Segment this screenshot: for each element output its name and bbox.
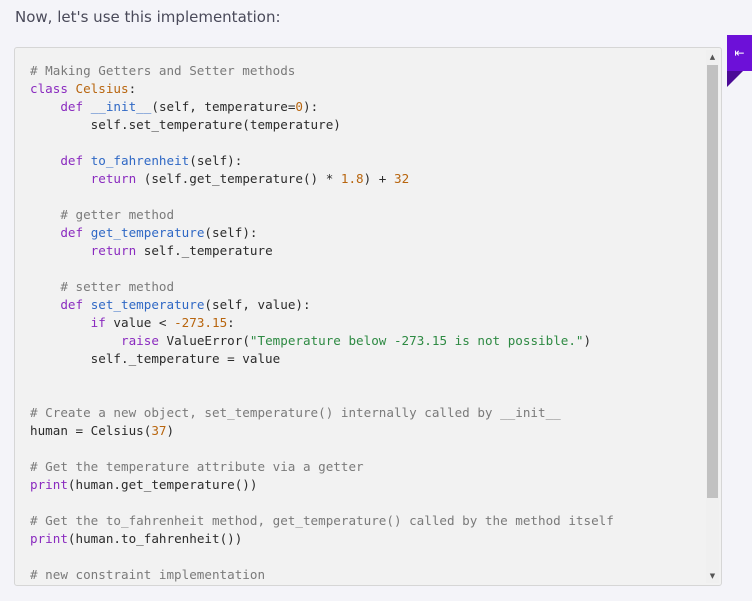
code-line: # Create a new object, set_temperature()… bbox=[30, 404, 614, 422]
code-token: # Get the to_fahrenheit method, get_temp… bbox=[30, 513, 614, 528]
code-token: 1.8 bbox=[340, 171, 364, 186]
code-token: : bbox=[128, 81, 137, 96]
code-token: return bbox=[90, 171, 144, 186]
code-token: __init__ bbox=[90, 99, 152, 114]
code-token: def bbox=[60, 297, 91, 312]
code-token: to_fahrenheit bbox=[90, 153, 190, 168]
code-line: return (self.get_temperature() * 1.8) + … bbox=[30, 170, 614, 188]
code-token: return bbox=[90, 243, 144, 258]
code-token: raise bbox=[121, 333, 167, 348]
vertical-scrollbar[interactable]: ▲ ▼ bbox=[706, 50, 719, 583]
code-token: 37 bbox=[151, 423, 167, 438]
code-token: human = Celsius( bbox=[30, 423, 152, 438]
code-token: class bbox=[30, 81, 76, 96]
code-token: (self, temperature= bbox=[151, 99, 296, 114]
code-line: human = Celsius(37) bbox=[30, 422, 614, 440]
code-token: (self.get_temperature() * bbox=[143, 171, 341, 186]
code-line: if value < -273.15: bbox=[30, 314, 614, 332]
code-token: self._temperature = value bbox=[30, 351, 281, 366]
code-token: self._temperature bbox=[143, 243, 273, 258]
code-line: def set_temperature(self, value): bbox=[30, 296, 614, 314]
code-token: def bbox=[60, 225, 91, 240]
code-token: value < bbox=[113, 315, 175, 330]
code-token: def bbox=[60, 153, 91, 168]
code-line: class Celsius: bbox=[30, 80, 614, 98]
side-tab-fold bbox=[727, 71, 743, 87]
code-content: # Making Getters and Setter methods class… bbox=[30, 62, 614, 584]
collapse-arrow-icon: ⇤ bbox=[734, 46, 745, 60]
code-token: 0 bbox=[295, 99, 304, 114]
code-line: # new constraint implementation bbox=[30, 566, 614, 584]
code-token: : bbox=[227, 315, 235, 330]
code-token: # Making Getters and Setter methods bbox=[30, 63, 296, 78]
scroll-thumb[interactable] bbox=[707, 65, 718, 498]
code-token: ValueError( bbox=[166, 333, 250, 348]
code-line: def __init__(self, temperature=0): bbox=[30, 98, 614, 116]
code-token: (human.to_fahrenheit()) bbox=[67, 531, 243, 546]
code-token: ) + bbox=[363, 171, 394, 186]
code-token: ): bbox=[303, 99, 319, 114]
code-token: (human.get_temperature()) bbox=[67, 477, 258, 492]
code-token: # new constraint implementation bbox=[30, 567, 266, 582]
code-token: (self): bbox=[204, 225, 258, 240]
code-token: "Temperature below -273.15 is not possib… bbox=[249, 333, 584, 348]
code-line: def get_temperature(self): bbox=[30, 224, 614, 242]
code-token: (self, value): bbox=[204, 297, 311, 312]
code-line: # getter method bbox=[30, 206, 614, 224]
code-line: print(human.get_temperature()) bbox=[30, 476, 614, 494]
code-line: self._temperature = value bbox=[30, 350, 614, 368]
code-token: # Create a new object, set_temperature()… bbox=[30, 405, 561, 420]
code-token: -273.15 bbox=[174, 315, 228, 330]
side-tab-button[interactable]: ⇤ bbox=[727, 35, 752, 71]
code-line: # Get the to_fahrenheit method, get_temp… bbox=[30, 512, 614, 530]
code-token: # setter method bbox=[30, 279, 175, 294]
scroll-up-arrow-icon[interactable]: ▲ bbox=[706, 50, 719, 64]
code-token: print bbox=[30, 477, 68, 492]
code-token: # Get the temperature attribute via a ge… bbox=[30, 459, 364, 474]
code-line: def to_fahrenheit(self): bbox=[30, 152, 614, 170]
code-line: print(human.to_fahrenheit()) bbox=[30, 530, 614, 548]
code-token: set_temperature bbox=[90, 297, 205, 312]
code-block[interactable]: # Making Getters and Setter methods class… bbox=[14, 47, 722, 586]
code-token: Celsius bbox=[75, 81, 129, 96]
scroll-down-arrow-icon[interactable]: ▼ bbox=[706, 569, 719, 583]
intro-text: Now, let's use this implementation: bbox=[15, 8, 281, 26]
code-line: raise ValueError("Temperature below -273… bbox=[30, 332, 614, 350]
code-token: if bbox=[90, 315, 114, 330]
code-token: def bbox=[60, 99, 91, 114]
code-line: # Get the temperature attribute via a ge… bbox=[30, 458, 614, 476]
code-token: # getter method bbox=[30, 207, 175, 222]
code-token: get_temperature bbox=[90, 225, 205, 240]
code-token: ) bbox=[583, 333, 592, 348]
code-line: return self._temperature bbox=[30, 242, 614, 260]
code-token: 32 bbox=[393, 171, 410, 186]
code-token: print bbox=[30, 531, 68, 546]
code-token: ) bbox=[166, 423, 175, 438]
code-line: # setter method bbox=[30, 278, 614, 296]
code-token: (self): bbox=[189, 153, 243, 168]
code-line: self.set_temperature(temperature) bbox=[30, 116, 614, 134]
code-token: self.set_temperature(temperature) bbox=[30, 117, 341, 132]
code-line: # Making Getters and Setter methods bbox=[30, 62, 614, 80]
